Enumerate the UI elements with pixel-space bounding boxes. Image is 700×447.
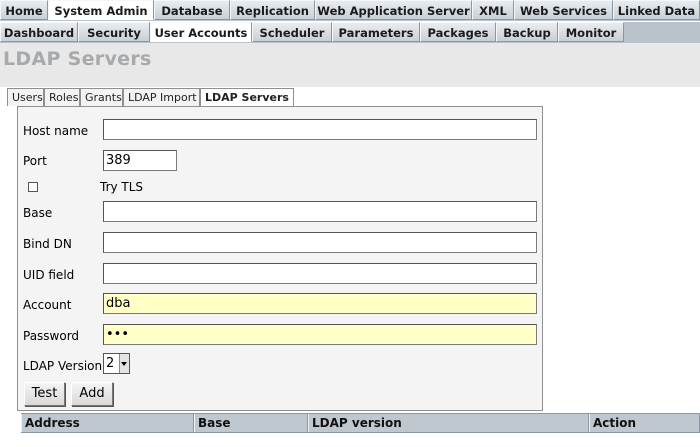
tab-backup[interactable]: Backup (496, 22, 558, 42)
uid-field-input[interactable] (103, 263, 537, 284)
tab-scheduler[interactable]: Scheduler (252, 22, 332, 42)
base-input[interactable] (103, 201, 537, 222)
tab-linked-data[interactable]: Linked Data (613, 0, 700, 20)
tab-dashboard[interactable]: Dashboard (0, 22, 78, 42)
inner-tab-ldap-import[interactable]: LDAP Import (123, 88, 200, 106)
tab-web-services[interactable]: Web Services (514, 0, 613, 20)
tab-monitor[interactable]: Monitor (558, 22, 624, 42)
top-nav: Home System Admin Database Replication W… (0, 0, 700, 21)
uid-field-label: UID field (23, 268, 75, 282)
column-header-address[interactable]: Address (21, 414, 194, 432)
tab-database[interactable]: Database (154, 0, 230, 20)
port-input[interactable] (103, 150, 177, 171)
password-input[interactable] (103, 324, 537, 345)
tab-web-application-server[interactable]: Web Application Server (315, 0, 472, 20)
inner-tab-ldap-servers[interactable]: LDAP Servers (200, 88, 294, 107)
port-label: Port (23, 154, 47, 168)
account-label: Account (23, 298, 72, 312)
add-button[interactable]: Add (71, 382, 113, 406)
host-name-label: Host name (23, 124, 89, 138)
tab-system-admin[interactable]: System Admin (48, 0, 154, 20)
try-tls-checkbox[interactable] (28, 182, 38, 192)
inner-tab-grants[interactable]: Grants (80, 88, 123, 106)
host-name-input[interactable] (103, 119, 537, 140)
try-tls-label: Try TLS (100, 180, 144, 194)
test-button[interactable]: Test (24, 382, 65, 406)
ldap-version-select[interactable]: 2 (103, 353, 130, 374)
ldap-server-form: Host name Port Try TLS Base Bind DN UID … (17, 106, 543, 411)
tab-home[interactable]: Home (0, 0, 48, 20)
ldap-version-label: LDAP Version (23, 359, 103, 373)
ldap-version-value: 2 (106, 356, 115, 371)
tab-security[interactable]: Security (78, 22, 150, 42)
column-header-ldap-version[interactable]: LDAP version (308, 414, 589, 432)
ldap-servers-table-header: Address Base LDAP version Action (21, 413, 700, 433)
column-header-base[interactable]: Base (194, 414, 308, 432)
bind-dn-label: Bind DN (23, 237, 72, 251)
tab-parameters[interactable]: Parameters (332, 22, 420, 42)
inner-tab-roles[interactable]: Roles (44, 88, 80, 106)
tab-replication[interactable]: Replication (230, 0, 315, 20)
tab-user-accounts[interactable]: User Accounts (150, 22, 252, 42)
account-input[interactable] (103, 293, 537, 314)
tab-xml[interactable]: XML (472, 0, 514, 20)
tab-packages[interactable]: Packages (420, 22, 496, 42)
inner-tab-users[interactable]: Users (7, 88, 44, 106)
password-label: Password (23, 329, 80, 343)
sub-nav: Dashboard Security User Accounts Schedul… (0, 22, 700, 43)
base-label: Base (23, 206, 53, 220)
bind-dn-input[interactable] (103, 232, 537, 253)
column-header-action[interactable]: Action (589, 414, 700, 432)
page-title: LDAP Servers (3, 48, 152, 70)
chevron-down-icon[interactable] (119, 354, 129, 373)
